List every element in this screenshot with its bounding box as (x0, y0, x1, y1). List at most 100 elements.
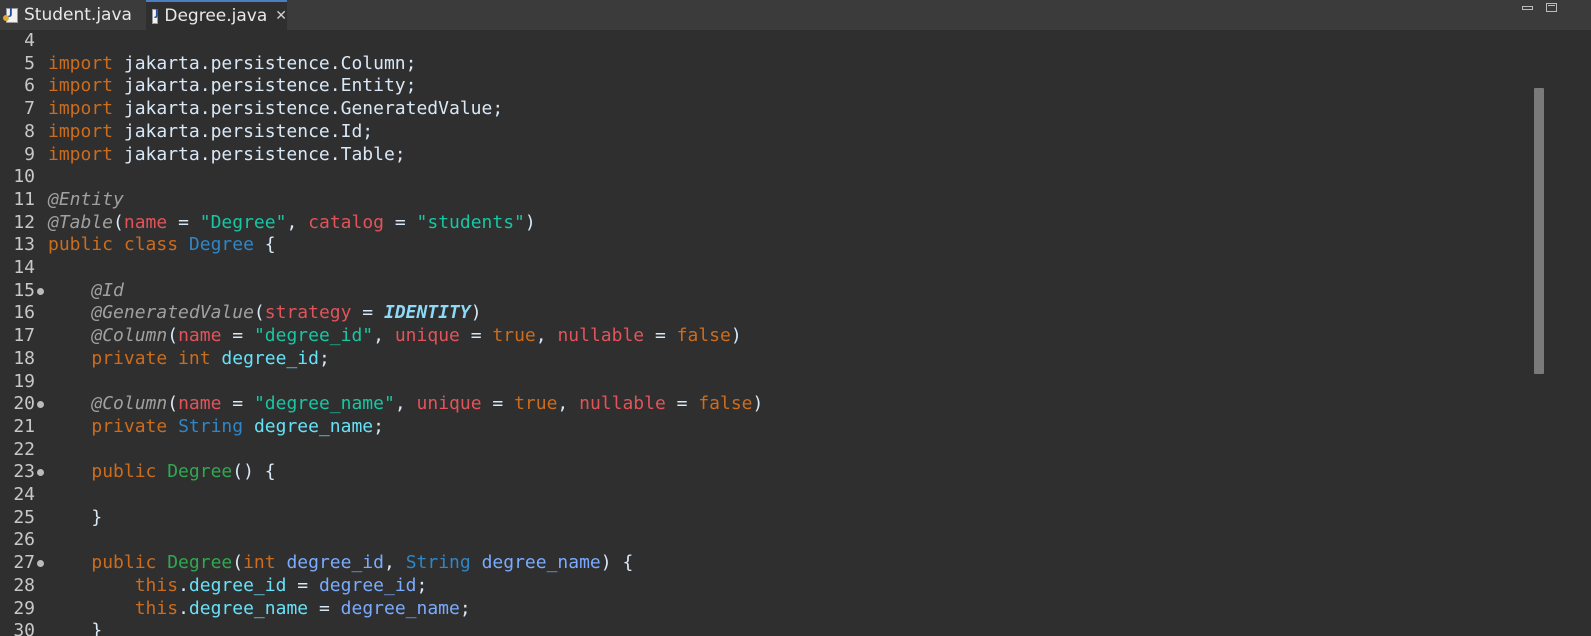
code-token: ( (113, 211, 124, 233)
code-line[interactable]: 12 @Table(name = "Degree", catalog = "stu… (0, 212, 1527, 235)
code-text: } (48, 620, 102, 636)
code-token: import (48, 98, 114, 120)
code-text: import jakarta.persistence.Id; (48, 121, 373, 144)
code-token: . (178, 597, 189, 619)
code-token: , (557, 393, 580, 415)
code-token: public (91, 461, 168, 483)
code-token: ; (373, 415, 384, 437)
code-line[interactable]: 21 private String degree_name; (0, 416, 1527, 439)
line-number: 7 (24, 98, 35, 120)
code-line[interactable]: 7 import jakarta.persistence.GeneratedVal… (0, 98, 1527, 121)
code-token: jakarta.persistence.Id; (113, 120, 374, 142)
code-line[interactable]: 20 @Column(name = "degree_name", unique … (0, 393, 1527, 416)
code-token: ) { (600, 552, 634, 574)
code-line[interactable]: 9 import jakarta.persistence.Table; (0, 144, 1527, 167)
code-token: nullable (557, 325, 645, 347)
line-number: 14 (13, 257, 35, 278)
code-line[interactable]: 11 @Entity (0, 189, 1527, 212)
code-token: int (243, 552, 287, 574)
code-line[interactable]: 8 import jakarta.persistence.Id; (0, 121, 1527, 144)
code-token: import (48, 75, 114, 97)
code-line[interactable]: 19 (0, 371, 1527, 394)
code-text: @Entity (48, 189, 124, 212)
line-number: 15 (13, 279, 35, 301)
line-number: 29 (13, 597, 35, 619)
code-token: . (178, 574, 189, 596)
code-token: = (665, 393, 699, 415)
code-line[interactable]: 15 @Id (0, 280, 1527, 303)
code-token: unique (394, 325, 460, 347)
code-line[interactable]: 26 (0, 529, 1527, 552)
code-token: ; (459, 597, 471, 619)
code-token: degree_id (318, 574, 417, 596)
code-line[interactable]: 22 (0, 439, 1527, 462)
code-token: = (644, 325, 677, 347)
code-line[interactable]: 18 private int degree_id; (0, 348, 1527, 371)
tab-student-java[interactable]: Student.java (0, 0, 145, 30)
code-line[interactable]: 23 public Degree() { (0, 461, 1527, 484)
code-text: @Column(name = "degree_id", unique = tru… (48, 325, 742, 348)
code-line[interactable]: 17 @Column(name = "degree_id", unique = … (0, 325, 1527, 348)
code-token: ( (167, 325, 179, 347)
line-number: 26 (13, 529, 35, 551)
code-token: private int (91, 347, 222, 369)
code-editor[interactable]: 4 5 import jakarta.persistence.Column; 6 imp… (0, 30, 1527, 636)
code-line[interactable]: 10 (0, 166, 1527, 189)
code-line[interactable]: 25 } (0, 507, 1527, 530)
fold-collapse-icon[interactable] (37, 287, 44, 295)
tab-degree-java[interactable]: Degree.java ✕ (146, 0, 287, 30)
code-token: String (178, 415, 244, 437)
code-token: Degree (188, 234, 254, 256)
code-token: import (48, 52, 114, 74)
code-token: jakarta.persistence.GeneratedValue; (113, 98, 504, 120)
code-line[interactable]: 14 (0, 257, 1527, 280)
code-token: = (286, 574, 319, 596)
code-line[interactable]: 16 @GeneratedValue(strategy = IDENTITY) (0, 302, 1527, 325)
code-line[interactable]: 30 } (0, 620, 1527, 636)
code-line[interactable]: 5 import jakarta.persistence.Column; (0, 53, 1527, 76)
code-token: name (178, 393, 222, 415)
code-text: private String degree_name; (48, 416, 384, 439)
code-line[interactable]: 27 public Degree(int degree_id, String d… (0, 552, 1527, 575)
code-line[interactable]: 6 import jakarta.persistence.Entity; (0, 75, 1527, 98)
code-token: = (167, 211, 200, 233)
code-token: IDENTITY (383, 302, 471, 324)
code-token: String (405, 552, 471, 574)
code-line[interactable]: 29 this.degree_name = degree_name; (0, 598, 1527, 621)
line-number: 24 (13, 484, 35, 505)
java-file-icon (3, 7, 18, 23)
scrollbar-thumb[interactable] (1534, 88, 1544, 374)
code-line[interactable]: 28 this.degree_id = degree_id; (0, 575, 1527, 598)
code-line[interactable]: 13 public class Degree { (0, 234, 1527, 257)
code-token: catalog (308, 211, 384, 233)
code-token: jakarta.persistence.Entity; (113, 75, 417, 97)
line-number: 23 (13, 461, 35, 483)
code-token: = (459, 325, 493, 347)
fold-collapse-icon[interactable] (37, 469, 44, 477)
code-token: import (48, 120, 114, 142)
code-text: @Id (48, 280, 124, 303)
code-text: public Degree() { (48, 461, 275, 484)
line-number: 13 (13, 234, 35, 256)
code-token: degree_id (188, 574, 287, 596)
minimize-icon[interactable] (1522, 6, 1533, 10)
fold-collapse-icon[interactable] (37, 560, 44, 568)
code-text: } (48, 507, 102, 530)
maximize-icon[interactable] (1546, 3, 1557, 12)
code-text: private int degree_id; (48, 347, 329, 371)
code-token: private (91, 415, 179, 437)
fold-collapse-icon[interactable] (37, 401, 44, 409)
code-token: @Id (91, 279, 124, 301)
code-token: ) (730, 325, 742, 347)
code-line[interactable]: 24 (0, 484, 1527, 507)
line-number: 10 (13, 166, 35, 188)
line-number: 4 (24, 30, 35, 51)
code-text: public class Degree { (48, 234, 276, 257)
code-line[interactable]: 4 (0, 30, 1527, 53)
line-number: 25 (13, 506, 35, 528)
code-token: = (221, 325, 254, 347)
close-icon[interactable]: ✕ (275, 8, 287, 24)
